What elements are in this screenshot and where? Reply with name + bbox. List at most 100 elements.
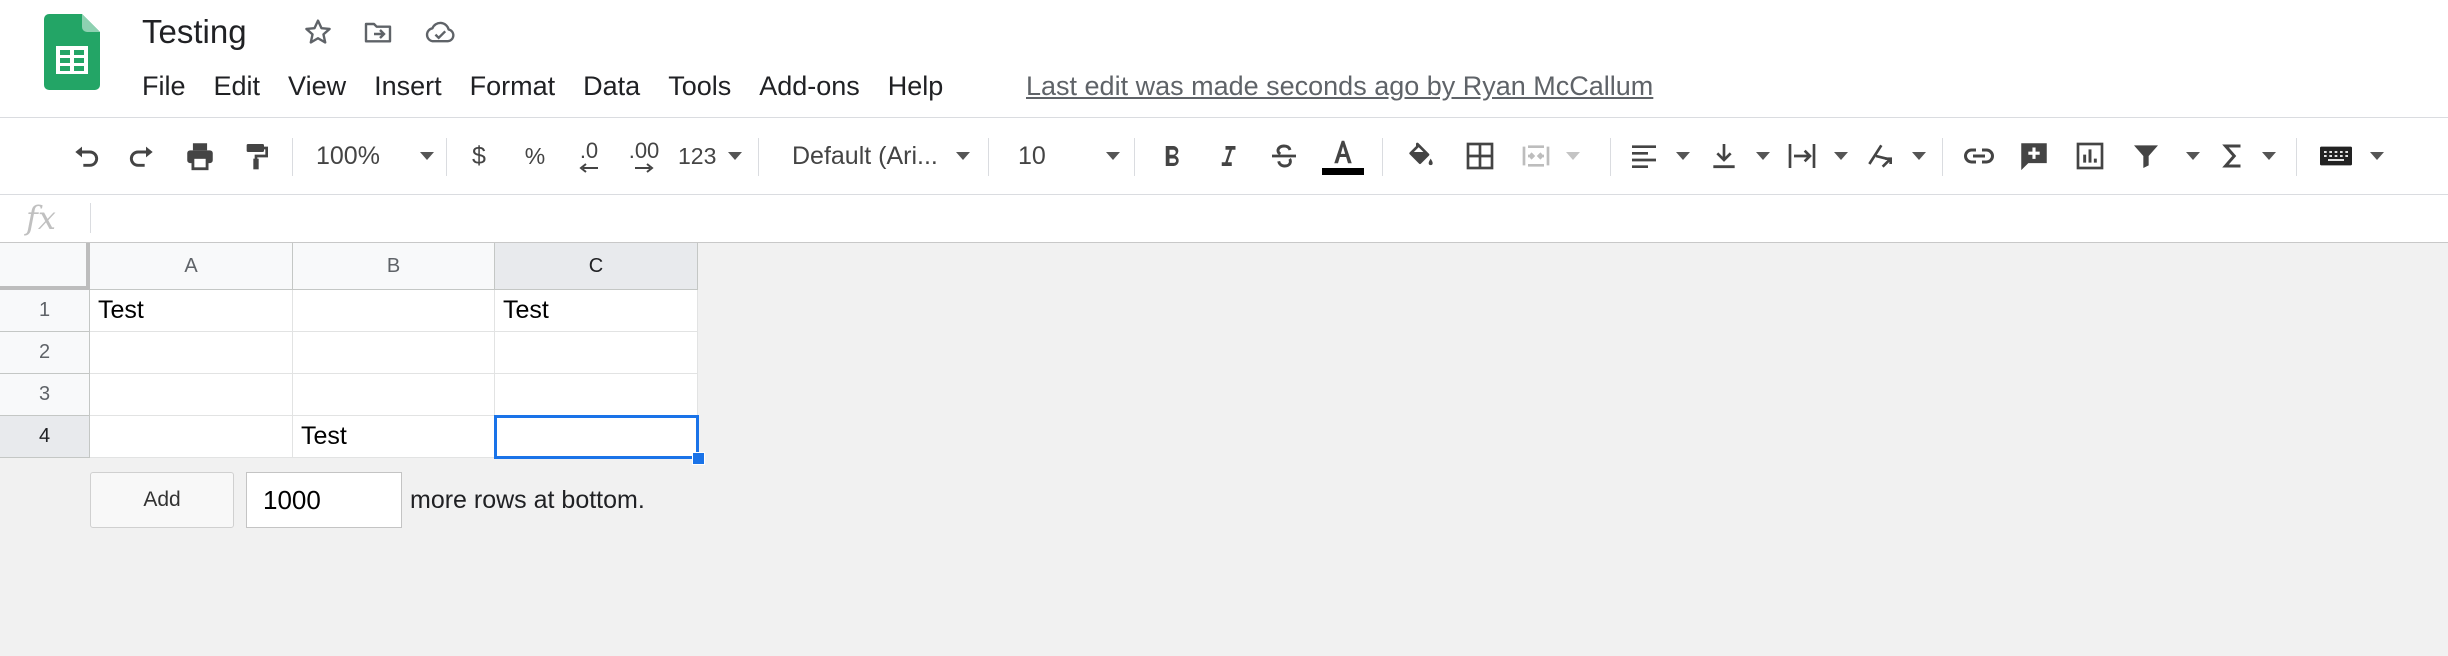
functions-button[interactable] xyxy=(2218,136,2276,176)
app-header: Testing File Edit View Insert Format Dat… xyxy=(0,0,2448,118)
menu-tools[interactable]: Tools xyxy=(668,66,731,106)
font-family-select[interactable]: Default (Ari... xyxy=(792,136,970,176)
cell-c2[interactable] xyxy=(495,332,698,374)
chevron-down-icon xyxy=(2262,152,2276,160)
insert-link-icon[interactable] xyxy=(1958,136,2000,176)
chevron-down-icon xyxy=(1756,152,1770,160)
cloud-saved-icon[interactable] xyxy=(422,14,458,50)
fill-handle[interactable] xyxy=(692,452,705,465)
borders-icon[interactable] xyxy=(1460,136,1500,176)
filter-button[interactable] xyxy=(2130,136,2200,176)
print-icon[interactable] xyxy=(180,136,220,176)
text-wrapping-button[interactable] xyxy=(1786,136,1848,176)
chevron-down-icon xyxy=(2186,152,2200,160)
bold-icon[interactable] xyxy=(1154,136,1190,176)
column-header-a[interactable]: A xyxy=(90,243,293,290)
chevron-down-icon xyxy=(1676,152,1690,160)
add-rows-count-input[interactable] xyxy=(246,472,402,528)
formula-input[interactable] xyxy=(100,195,2400,241)
cell-a3[interactable] xyxy=(90,374,293,416)
merge-cells-button[interactable] xyxy=(1520,136,1580,176)
insert-chart-icon[interactable] xyxy=(2070,136,2110,176)
cell-c4[interactable] xyxy=(495,416,698,458)
chevron-down-icon xyxy=(1912,152,1926,160)
add-rows-button[interactable]: Add xyxy=(90,472,234,528)
cell-b3[interactable] xyxy=(293,374,495,416)
menu-edit[interactable]: Edit xyxy=(214,66,261,106)
row-header-3[interactable]: 3 xyxy=(0,374,90,416)
chevron-down-icon xyxy=(1106,152,1120,160)
text-color-swatch xyxy=(1322,167,1364,175)
align-left-icon xyxy=(1632,145,1656,168)
column-header-b[interactable]: B xyxy=(293,243,495,290)
text-rotation-icon xyxy=(1868,144,1892,168)
menu-data[interactable]: Data xyxy=(583,66,640,106)
cell-c3[interactable] xyxy=(495,374,698,416)
move-to-folder-icon[interactable] xyxy=(360,14,396,50)
menu-view[interactable]: View xyxy=(288,66,346,106)
font-size-select[interactable]: 10 xyxy=(1018,136,1120,176)
formula-bar: fx xyxy=(0,195,2448,243)
vertical-align-bottom-icon xyxy=(1713,144,1735,169)
document-title[interactable]: Testing xyxy=(142,12,247,52)
chevron-down-icon xyxy=(420,152,434,160)
cell-b2[interactable] xyxy=(293,332,495,374)
select-all-corner[interactable] xyxy=(0,243,90,290)
toolbar: 100% $ % .0 .00 123 Default (Ari... 10 xyxy=(0,118,2448,195)
cell-a1[interactable]: Test xyxy=(90,290,293,332)
menu-help[interactable]: Help xyxy=(888,66,944,106)
chevron-down-icon xyxy=(2370,152,2384,160)
insert-comment-icon[interactable] xyxy=(2014,136,2054,176)
format-percent-button[interactable]: % xyxy=(520,136,550,176)
chevron-down-icon xyxy=(728,152,742,160)
vertical-align-button[interactable] xyxy=(1708,136,1770,176)
keyboard-icon xyxy=(2320,146,2352,166)
strikethrough-icon[interactable] xyxy=(1266,136,1302,176)
cell-a4[interactable] xyxy=(90,416,293,458)
format-currency-button[interactable]: $ xyxy=(464,136,494,176)
horizontal-align-button[interactable] xyxy=(1628,136,1690,176)
fill-color-icon[interactable] xyxy=(1400,136,1440,176)
add-rows-label: more rows at bottom. xyxy=(410,486,645,514)
text-color-icon xyxy=(1334,140,1352,163)
sheets-logo-icon[interactable] xyxy=(44,14,100,90)
sigma-icon xyxy=(2222,144,2241,168)
cell-b4[interactable]: Test xyxy=(293,416,495,458)
increase-decimal-button[interactable]: .00 xyxy=(618,136,670,176)
row-header-2[interactable]: 2 xyxy=(0,332,90,374)
cell-b1[interactable] xyxy=(293,290,495,332)
menu-insert[interactable]: Insert xyxy=(374,66,442,106)
input-tools-button[interactable] xyxy=(2318,136,2384,176)
zoom-select[interactable]: 100% xyxy=(316,136,434,176)
paint-format-icon[interactable] xyxy=(236,136,276,176)
menu-bar: File Edit View Insert Format Data Tools … xyxy=(142,66,971,106)
filter-icon xyxy=(2134,145,2158,168)
arrow-right-icon xyxy=(635,163,654,173)
row-header-4[interactable]: 4 xyxy=(0,416,90,458)
chevron-down-icon xyxy=(956,152,970,160)
arrow-left-icon xyxy=(579,163,598,173)
redo-icon[interactable] xyxy=(122,136,162,176)
text-wrap-icon xyxy=(1788,144,1816,168)
more-formats-select[interactable]: 123 xyxy=(678,136,742,176)
cell-c1[interactable]: Test xyxy=(495,290,698,332)
menu-add-ons[interactable]: Add-ons xyxy=(759,66,860,106)
fx-icon: fx xyxy=(26,199,56,237)
star-icon[interactable] xyxy=(300,14,336,50)
column-header-c[interactable]: C xyxy=(495,243,698,290)
merge-cells-icon xyxy=(1522,145,1550,167)
menu-file[interactable]: File xyxy=(142,66,186,106)
row-header-1[interactable]: 1 xyxy=(0,290,90,332)
italic-icon[interactable] xyxy=(1210,136,1246,176)
undo-icon[interactable] xyxy=(66,136,106,176)
text-rotation-button[interactable] xyxy=(1864,136,1926,176)
zoom-value: 100% xyxy=(316,141,380,170)
chevron-down-icon xyxy=(1834,152,1848,160)
chevron-down-icon xyxy=(1566,152,1580,160)
formula-bar-divider xyxy=(90,203,91,233)
menu-format[interactable]: Format xyxy=(470,66,556,106)
decrease-decimal-button[interactable]: .0 xyxy=(568,136,610,176)
text-color-button[interactable] xyxy=(1320,136,1366,176)
cell-a2[interactable] xyxy=(90,332,293,374)
last-edit-link[interactable]: Last edit was made seconds ago by Ryan M… xyxy=(1026,66,1653,106)
